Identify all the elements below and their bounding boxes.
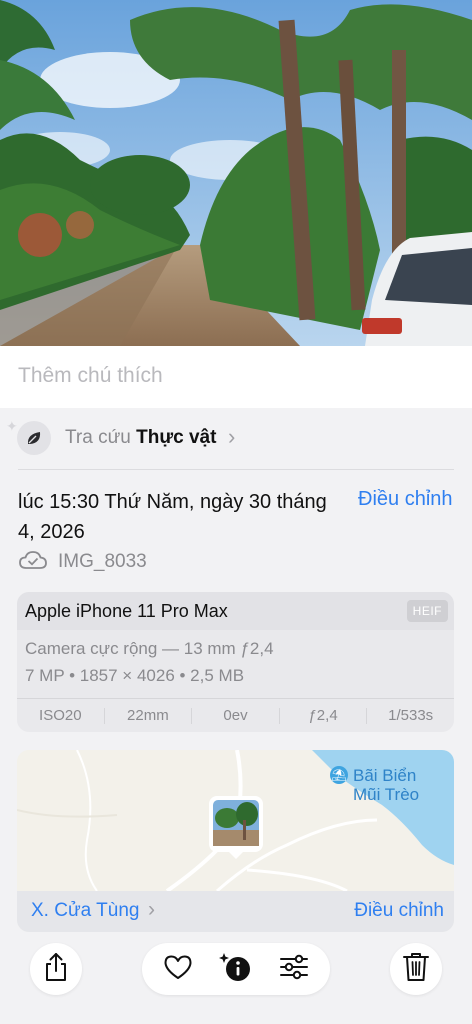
exif-stats: ISO20 22mm 0ev ƒ2,4 1/533s	[17, 698, 454, 732]
edit-button[interactable]	[272, 947, 316, 991]
favorite-button[interactable]	[156, 947, 200, 991]
adjust-date-button[interactable]: Điều chỉnh	[358, 488, 453, 511]
cloud-check-icon	[18, 549, 48, 576]
lookup-plant-row[interactable]: ✦ Tra cứu Thực vật ›	[0, 414, 472, 470]
lookup-subject: Thực vật	[136, 427, 217, 448]
heart-icon	[163, 954, 193, 985]
lookup-prefix: Tra cứu	[65, 427, 131, 448]
photo-view[interactable]	[0, 0, 472, 346]
share-icon	[43, 952, 69, 987]
file-name: IMG_8033	[58, 551, 147, 572]
caption-input[interactable]	[18, 364, 454, 388]
location-link[interactable]: X. Cửa Tùng	[31, 900, 139, 922]
stat-aperture: ƒ2,4	[280, 707, 368, 724]
share-button[interactable]	[30, 943, 82, 995]
image-details: 7 MP • 1857 × 4026 • 2,5 MB	[25, 666, 245, 685]
trash-icon	[402, 952, 430, 987]
poi-line-1: Bãi Biển	[353, 766, 417, 785]
info-button[interactable]	[214, 947, 258, 991]
caption-area	[0, 346, 472, 408]
divider	[18, 469, 454, 470]
sparkle-icon: ✦	[6, 418, 18, 434]
stat-iso: ISO20	[17, 707, 105, 724]
adjust-location-button[interactable]: Điều chỉnh	[354, 900, 444, 922]
photo-actions-group	[142, 943, 330, 995]
chevron-right-icon: ›	[228, 424, 236, 449]
file-row: IMG_8033	[18, 548, 147, 576]
sliders-icon	[279, 954, 309, 985]
format-badge: HEIF	[406, 600, 448, 622]
camera-info-card: Apple iPhone 11 Pro Max HEIF Camera cực …	[17, 592, 454, 732]
stat-focal-length: 22mm	[105, 707, 193, 724]
beach-icon: ⛱	[330, 766, 348, 784]
map-poi-label[interactable]: Bãi Biển Mũi Trèo	[353, 766, 419, 804]
leaf-icon	[17, 421, 51, 455]
stat-shutter: 1/533s	[388, 706, 434, 724]
camera-header: Apple iPhone 11 Pro Max HEIF	[17, 592, 454, 630]
camera-model: Apple iPhone 11 Pro Max	[25, 601, 228, 621]
chevron-right-icon: ›	[148, 898, 155, 921]
photo-image	[0, 0, 472, 346]
map-card[interactable]: ⛱ Bãi Biển Mũi Trèo X. Cửa Tùng › Điều c…	[17, 750, 454, 932]
lookup-label: Tra cứu Thực vật	[65, 427, 216, 449]
info-sparkle-icon	[218, 951, 254, 988]
delete-button[interactable]	[390, 943, 442, 995]
stat-exposure: 0ev	[192, 707, 280, 724]
poi-line-2: Mũi Trèo	[353, 785, 420, 804]
lens-info: Camera cực rộng — 13 mm ƒ2,4	[25, 639, 274, 658]
capture-date: lúc 15:30 Thứ Năm, ngày 30 tháng 4, 2026	[18, 491, 327, 543]
map-footer: X. Cửa Tùng › Điều chỉnh	[17, 891, 454, 932]
